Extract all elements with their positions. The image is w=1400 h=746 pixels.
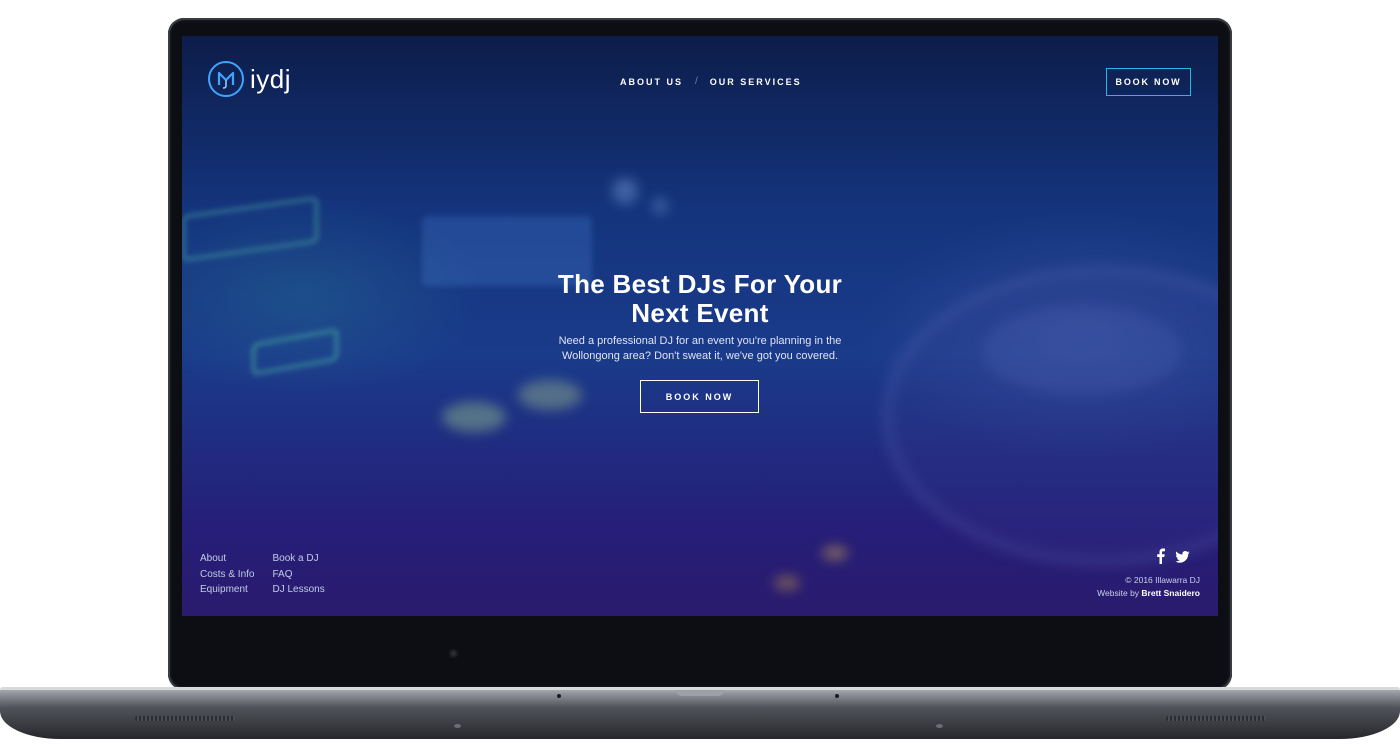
site-logo[interactable]: iydj	[208, 61, 291, 97]
facebook-icon[interactable]	[1156, 548, 1165, 569]
footer-links: About Costs & Info Equipment Book a DJ F…	[200, 552, 325, 597]
footer-link-dj-lessons[interactable]: DJ Lessons	[272, 583, 324, 597]
footer-col-2: Book a DJ FAQ DJ Lessons	[272, 552, 324, 597]
rubber-foot	[936, 724, 943, 728]
opening-notch	[676, 690, 724, 696]
footer-link-book-a-dj[interactable]: Book a DJ	[272, 552, 324, 566]
footer-link-about[interactable]: About	[200, 552, 254, 566]
background-bokeh	[774, 576, 800, 590]
webcam-icon	[449, 649, 458, 658]
rubber-foot	[454, 724, 461, 728]
background-bokeh	[612, 178, 638, 204]
header-book-now-button[interactable]: BOOK NOW	[1106, 68, 1191, 96]
footer-col-1: About Costs & Info Equipment	[200, 552, 254, 597]
hero-title-line2: Next Event	[631, 298, 769, 328]
footer-credits: © 2016 Illawarra DJ Website by Brett Sna…	[1097, 574, 1200, 599]
hinge-dot	[557, 694, 561, 698]
credit-prefix: Website by	[1097, 587, 1140, 598]
laptop-base	[0, 687, 1400, 739]
background-mixer-light	[252, 328, 338, 376]
nav-separator: /	[695, 76, 698, 87]
website-credit: Website by Brett Snaidero	[1097, 587, 1200, 600]
twitter-icon[interactable]	[1175, 550, 1190, 568]
background-knob	[518, 380, 582, 410]
logo-text: iydj	[250, 63, 292, 94]
background-knob	[442, 402, 506, 432]
nav-about-us[interactable]: ABOUT US	[620, 77, 683, 87]
hero-subtitle: Need a professional DJ for an event you'…	[558, 335, 842, 362]
footer-link-faq[interactable]: FAQ	[272, 568, 324, 582]
hinge-dot	[835, 694, 839, 698]
credit-author-link[interactable]: Brett Snaidero	[1141, 588, 1200, 598]
speaker-grill-right	[1166, 716, 1266, 721]
hero-title: The Best DJs For Your Next Event	[182, 270, 1218, 328]
copyright-text: © 2016 Illawarra DJ	[1125, 575, 1200, 585]
background-bokeh	[822, 546, 848, 560]
background-mixer-light	[182, 196, 318, 262]
background-bokeh	[652, 198, 668, 214]
speaker-grill-left	[135, 716, 235, 721]
hero-title-line1: The Best DJs For Your	[557, 269, 843, 299]
hero-book-now-button[interactable]: BOOK NOW	[640, 380, 759, 413]
logo-mark-icon	[208, 61, 244, 97]
footer-link-costs-info[interactable]: Costs & Info	[200, 568, 254, 582]
website-screen: iydj ABOUT US / OUR SERVICES BOOK NOW Th…	[182, 36, 1218, 616]
footer-link-equipment[interactable]: Equipment	[200, 583, 254, 597]
main-nav: ABOUT US / OUR SERVICES	[620, 76, 802, 87]
social-links	[1156, 548, 1190, 569]
nav-our-services[interactable]: OUR SERVICES	[710, 77, 802, 87]
